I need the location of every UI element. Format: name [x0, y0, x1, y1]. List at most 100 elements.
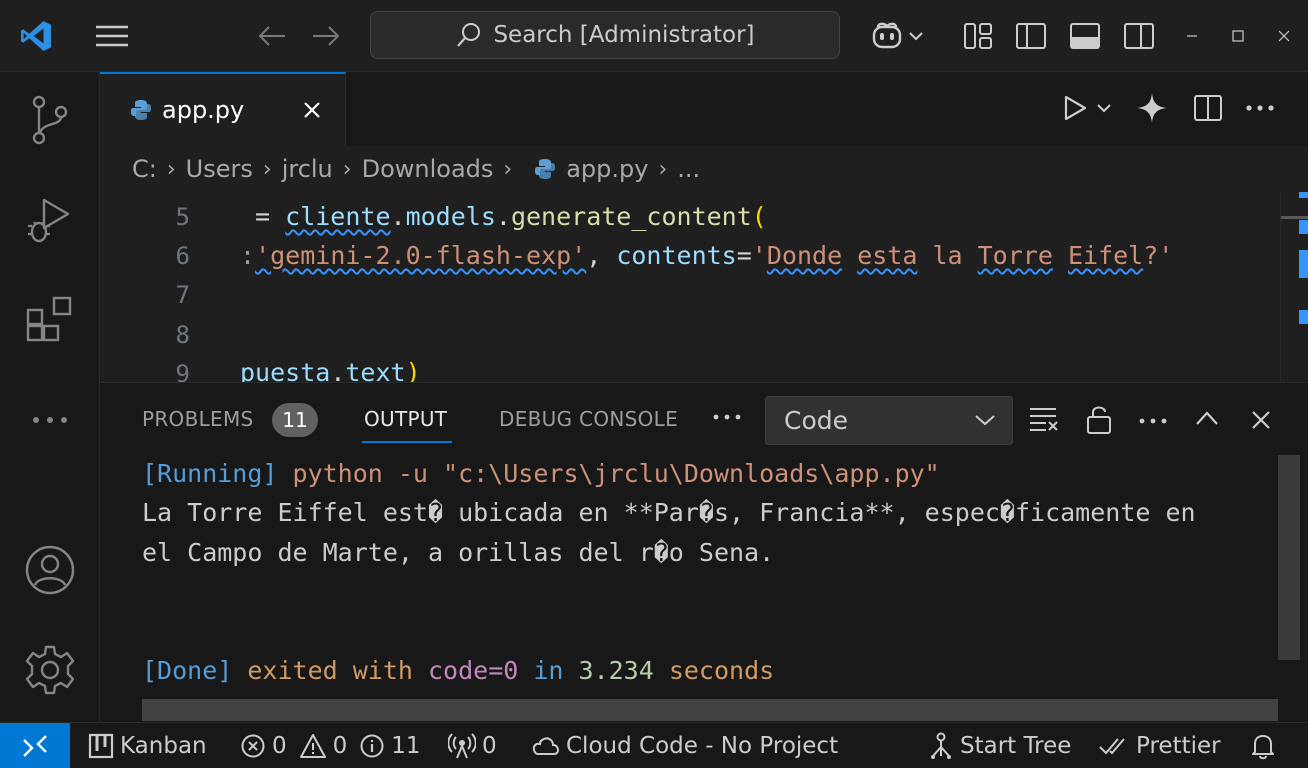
close-tab-icon[interactable] — [302, 100, 322, 120]
kanban-label: Kanban — [120, 733, 207, 759]
cloud-code-status-item[interactable]: Cloud Code - No Project — [530, 723, 838, 768]
line-number: 6 — [175, 242, 190, 270]
run-and-debug-icon[interactable] — [0, 180, 100, 260]
breadcrumb-item[interactable]: Users — [186, 155, 253, 183]
code-editor[interactable]: 5 6 7 8 9 = cliente.models.generate_cont… — [100, 192, 1280, 382]
prettier-status-item[interactable]: Prettier — [1098, 723, 1221, 768]
start-tree-status-item[interactable]: Start Tree — [928, 723, 1071, 768]
problems-status-item[interactable]: 0 0 11 — [240, 723, 421, 768]
ports-status-item[interactable]: 0 — [448, 723, 497, 768]
accounts-icon[interactable] — [0, 530, 100, 610]
chevron-right-icon: › — [658, 156, 668, 182]
horizontal-scrollbar[interactable] — [142, 699, 1278, 721]
run-python-file-button[interactable] — [1052, 86, 1122, 130]
toggle-panel-icon[interactable] — [1063, 14, 1107, 58]
warning-count: 0 — [332, 733, 348, 759]
status-bar: Kanban 0 0 11 0 Cloud Code - No Project … — [0, 722, 1308, 768]
copilot-menu[interactable] — [862, 14, 932, 58]
chevron-right-icon: › — [342, 156, 352, 182]
ports-count: 0 — [482, 733, 497, 759]
breadcrumb-item[interactable]: Downloads — [362, 155, 494, 183]
close-panel-icon[interactable] — [1250, 409, 1272, 431]
vscode-logo-icon[interactable] — [14, 14, 58, 58]
output-done-line: [Done] exited with code=0 in 3.234 secon… — [142, 656, 775, 685]
sparkle-copilot-icon[interactable] — [1130, 86, 1174, 130]
chevron-right-icon: › — [166, 156, 176, 182]
tab-output[interactable]: OUTPUT — [364, 407, 447, 431]
close-window-icon[interactable] — [1262, 14, 1306, 58]
minimap-marker — [1299, 220, 1308, 234]
minimap-marker — [1299, 310, 1308, 324]
more-actions-icon[interactable] — [1138, 417, 1168, 425]
toggle-secondary-sidebar-icon[interactable] — [1117, 14, 1161, 58]
minimap-marker — [1299, 192, 1308, 198]
breadcrumb: C: › Users › jrclu › Downloads › app.py … — [100, 146, 1308, 192]
customize-layout-icon[interactable] — [956, 14, 1000, 58]
chevron-down-icon — [1096, 102, 1112, 114]
breadcrumb-item[interactable]: C: — [132, 155, 157, 183]
tab-filename: app.py — [162, 96, 245, 124]
breadcrumb-item[interactable]: app.py — [566, 155, 648, 183]
split-editor-icon[interactable] — [1186, 86, 1230, 130]
kanban-icon — [88, 733, 114, 759]
search-text: Search [Administrator] — [493, 22, 755, 48]
minimap-scrollbar[interactable] — [1280, 192, 1308, 382]
breadcrumb-item[interactable]: jrclu — [282, 155, 333, 183]
maximize-window-icon[interactable] — [1216, 14, 1260, 58]
more-views-icon[interactable] — [0, 380, 100, 460]
cloud-code-label: Cloud Code - No Project — [566, 733, 839, 759]
line-number: 5 — [175, 203, 190, 231]
code-line-9: puesta.text) — [240, 358, 421, 382]
broadcast-icon — [448, 733, 476, 759]
tree-icon — [928, 732, 954, 760]
maximize-panel-icon[interactable] — [1194, 409, 1220, 427]
python-file-icon — [130, 99, 152, 121]
output-channel-value: Code — [784, 406, 849, 435]
copilot-icon — [870, 21, 904, 51]
code-line-6: :'gemini-2.0-flash-exp', contents='Donde… — [240, 241, 1174, 270]
source-control-icon[interactable] — [0, 80, 100, 160]
minimap-marker — [1299, 250, 1308, 278]
back-arrow-icon[interactable] — [250, 14, 294, 58]
prettier-label: Prettier — [1136, 733, 1221, 759]
chevron-down-icon — [974, 413, 996, 427]
error-count: 0 — [272, 733, 287, 759]
tab-app-py[interactable]: app.py — [100, 72, 346, 146]
output-channel-select[interactable]: Code — [765, 396, 1013, 445]
output-running-line: [Running] python -u "c:\Users\jrclu\Down… — [142, 459, 940, 488]
problems-count-badge: 11 — [272, 403, 318, 437]
clear-output-icon[interactable] — [1028, 405, 1060, 433]
tab-problems[interactable]: PROBLEMS — [142, 407, 254, 431]
settings-gear-icon[interactable] — [0, 630, 100, 710]
tab-debug-console[interactable]: DEBUG CONSOLE — [499, 407, 678, 431]
kanban-status-item[interactable]: Kanban — [88, 723, 207, 768]
line-number: 8 — [175, 321, 190, 349]
search-icon — [455, 21, 483, 49]
chevron-down-icon — [908, 30, 924, 42]
info-icon — [359, 733, 385, 759]
chevron-right-icon: › — [503, 156, 513, 182]
output-result-line: el Campo de Marte, a orillas del r�o Sen… — [142, 538, 775, 567]
remote-indicator[interactable] — [0, 723, 70, 768]
notifications-bell-icon[interactable] — [1250, 723, 1276, 768]
lock-scroll-icon[interactable] — [1085, 403, 1113, 435]
output-result-line: La Torre Eiffel est� ubicada en **Par�s,… — [142, 498, 1196, 527]
breadcrumb-item[interactable]: ... — [677, 155, 700, 183]
more-panel-tabs-icon[interactable] — [712, 413, 742, 421]
more-actions-icon[interactable] — [1238, 86, 1282, 130]
double-check-icon — [1098, 735, 1130, 757]
python-file-icon — [534, 158, 556, 180]
forward-arrow-icon[interactable] — [304, 14, 348, 58]
cloud-icon — [530, 735, 560, 757]
warning-icon — [299, 733, 327, 759]
menu-hamburger-icon[interactable] — [90, 14, 134, 58]
command-center-search[interactable]: Search [Administrator] — [370, 11, 840, 59]
scroll-position-marker — [1281, 216, 1308, 219]
extensions-icon[interactable] — [0, 280, 100, 360]
start-tree-label: Start Tree — [960, 733, 1072, 759]
toggle-primary-sidebar-icon[interactable] — [1009, 14, 1053, 58]
code-line-5: = cliente.models.generate_content( — [240, 202, 767, 231]
minimize-window-icon[interactable] — [1170, 14, 1214, 58]
vertical-scrollbar[interactable] — [1278, 455, 1300, 660]
error-icon — [240, 733, 266, 759]
